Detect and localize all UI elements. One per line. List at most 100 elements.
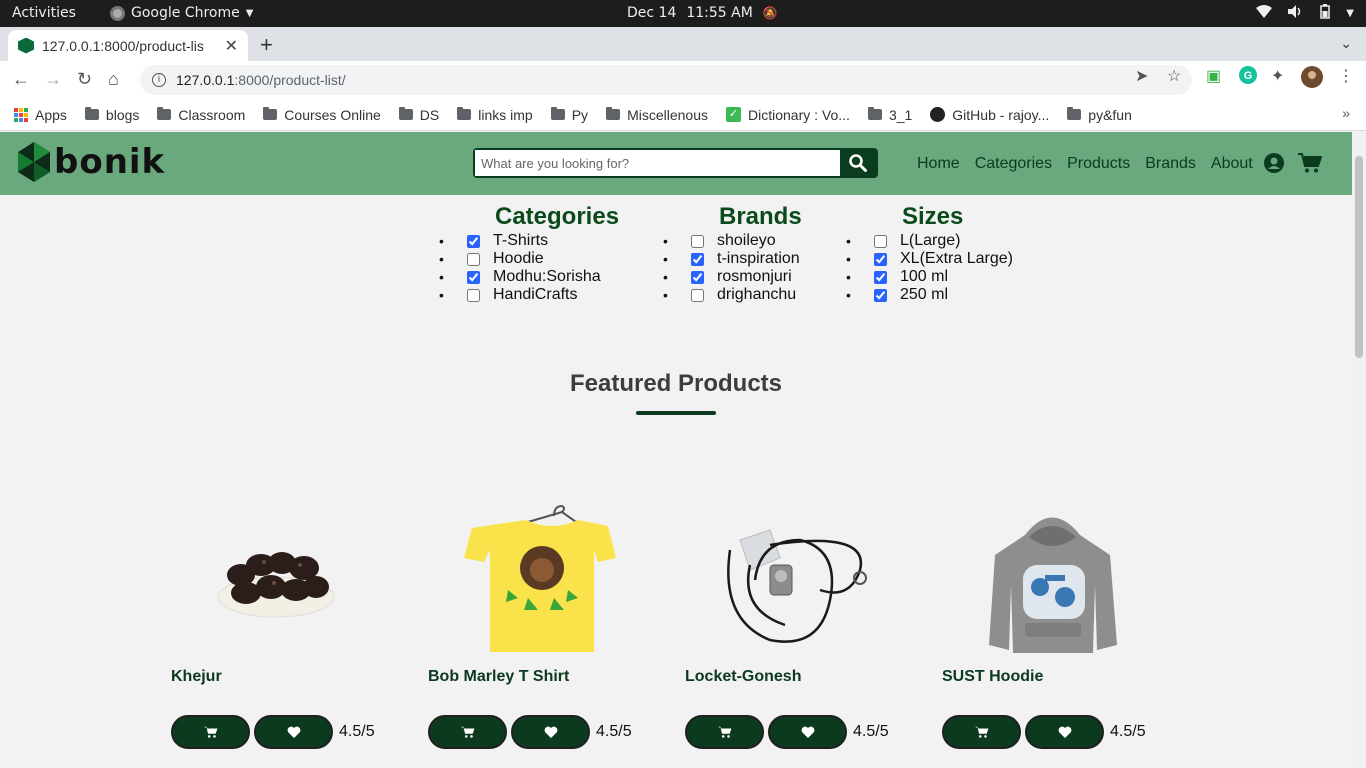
site-logo[interactable]: bonik (18, 142, 165, 182)
product-image-dates[interactable] (171, 497, 391, 662)
reload-icon[interactable]: ↻ (77, 69, 92, 90)
add-to-cart-button[interactable] (685, 715, 764, 749)
product-name[interactable]: Khejur (171, 668, 222, 686)
new-tab-button[interactable]: + (260, 32, 273, 58)
clock[interactable]: Dec 14 11:55 AM 🔕 (627, 5, 778, 21)
cart-icon (717, 726, 731, 738)
product-image-locket[interactable] (685, 497, 905, 662)
bookmark-label: blogs (105, 106, 140, 123)
bookmarks-overflow-icon[interactable]: » (1342, 105, 1350, 121)
product-name[interactable]: Bob Marley T Shirt (428, 668, 569, 686)
wishlist-button[interactable] (254, 715, 333, 749)
bookmark-item[interactable]: ✓ Dictionary : Vo... (726, 107, 850, 123)
activities-button[interactable]: Activities (12, 5, 76, 21)
tab-title: 127.0.0.1:8000/product-lis (42, 37, 204, 54)
bookmark-item[interactable]: Miscellenous (606, 107, 708, 123)
categories-checkbox[interactable] (467, 252, 480, 266)
menu-brands[interactable]: Brands (1145, 155, 1196, 173)
system-tray[interactable]: ▼ (1256, 4, 1354, 23)
sizes-checkbox[interactable] (874, 234, 887, 248)
folder-icon (1067, 107, 1082, 120)
scrollbar-thumb[interactable] (1355, 156, 1363, 358)
bonik-favicon-icon (18, 37, 34, 54)
address-bar[interactable]: i 127.0.0.1:8000/product-list/ (140, 65, 1192, 95)
add-to-cart-button[interactable] (942, 715, 1021, 749)
bookmark-item[interactable]: Classroom (157, 107, 245, 123)
brands-filter-label: shoileyo (717, 232, 776, 249)
bookmark-item[interactable]: blogs (84, 106, 140, 123)
bookmark-item[interactable]: DS (398, 107, 439, 123)
chrome-menu-icon[interactable]: ⋮ (1338, 66, 1354, 86)
brands-filter-item: t-inspiration (663, 250, 851, 268)
categories-filter-label: T-Shirts (493, 232, 549, 249)
sizes-filter-label: L(Large) (900, 232, 961, 249)
home-icon[interactable]: ⌂ (108, 69, 119, 90)
sizes-list: L(Large)XL(Extra Large)100 ml250 ml (846, 232, 1074, 304)
bookmark-item[interactable]: Py (550, 107, 588, 123)
brands-checkbox[interactable] (691, 288, 704, 302)
heart-icon (1058, 726, 1071, 738)
filter-categories-title: Categories (495, 203, 620, 230)
send-icon[interactable]: ➤ (1135, 66, 1148, 86)
profile-avatar[interactable] (1301, 66, 1323, 93)
tab-product-list[interactable]: 127.0.0.1:8000/product-lis ✕ (8, 30, 248, 61)
bookmark-item[interactable]: 3_1 (867, 106, 913, 123)
cart-icon (203, 726, 217, 738)
extensions-puzzle-icon[interactable]: ✦ (1271, 66, 1284, 86)
app-menu[interactable]: Google Chrome ▼ (110, 5, 253, 21)
wishlist-button[interactable] (511, 715, 590, 749)
categories-filter-item: T-Shirts (439, 232, 647, 250)
user-account-icon[interactable] (1264, 153, 1284, 178)
time-label: 11:55 AM (686, 5, 753, 21)
add-to-cart-button[interactable] (171, 715, 250, 749)
sizes-checkbox[interactable] (874, 270, 887, 284)
product-rating: 4.5/5 (853, 723, 889, 740)
product-image-hoodie[interactable] (942, 497, 1162, 662)
menu-home[interactable]: Home (917, 155, 960, 173)
bookmark-item[interactable]: links imp (457, 107, 533, 123)
bookmark-item[interactable]: Apps (14, 107, 67, 123)
grammarly-icon[interactable]: G (1239, 66, 1257, 89)
product-name[interactable]: SUST Hoodie (942, 668, 1043, 686)
wishlist-button[interactable] (768, 715, 847, 749)
filter-sizes: Sizes L(Large)XL(Extra Large)100 ml250 m… (846, 205, 1074, 304)
categories-checkbox[interactable] (467, 270, 480, 284)
site-navbar: bonik Home Categories Products Brands Ab… (0, 132, 1352, 195)
close-icon[interactable]: ✕ (225, 36, 238, 56)
bookmark-label: 3_1 (888, 106, 913, 123)
tab-strip: 127.0.0.1:8000/product-lis ✕ + ⌄ (0, 27, 1366, 61)
tab-search-chevron-icon[interactable]: ⌄ (1340, 35, 1352, 52)
menu-products[interactable]: Products (1067, 155, 1130, 173)
brands-checkbox[interactable] (691, 252, 704, 266)
brands-checkbox[interactable] (691, 234, 704, 248)
page-scrollbar[interactable] (1352, 132, 1366, 768)
wishlist-button[interactable] (1025, 715, 1104, 749)
menu-about[interactable]: About (1211, 155, 1253, 173)
search-input[interactable] (475, 150, 840, 176)
categories-checkbox[interactable] (467, 234, 480, 248)
categories-filter-label: HandiCrafts (493, 286, 578, 303)
cart-icon (974, 726, 988, 738)
main-menu: Home Categories Products Brands About (917, 155, 1253, 173)
sizes-checkbox[interactable] (874, 252, 887, 266)
search-button[interactable] (840, 150, 876, 176)
product-image-tshirt[interactable] (428, 497, 648, 662)
add-to-cart-button[interactable] (428, 715, 507, 749)
product-card: Bob Marley T Shirt 4.5/5 (428, 497, 685, 757)
site-info-icon[interactable]: i (152, 73, 166, 87)
bookmark-item[interactable]: Courses Online (263, 107, 381, 123)
bookmark-item[interactable]: GitHub - rajoy... (930, 107, 1049, 123)
bookmark-star-icon[interactable]: ☆ (1167, 66, 1181, 86)
cart-icon[interactable] (1298, 153, 1323, 178)
categories-checkbox[interactable] (467, 288, 480, 302)
folder-icon (84, 107, 99, 120)
forward-icon[interactable]: → (44, 69, 62, 90)
back-icon[interactable]: ← (12, 69, 30, 90)
bookmark-item[interactable]: py&fun (1067, 107, 1132, 123)
brands-checkbox[interactable] (691, 270, 704, 284)
menu-categories[interactable]: Categories (975, 155, 1052, 173)
bookmarks-bar: Apps blogs Classroom Courses Online DS links … (0, 99, 1366, 131)
extension-inbox-icon[interactable]: ▣ (1206, 66, 1221, 86)
product-name[interactable]: Locket-Gonesh (685, 668, 801, 686)
sizes-checkbox[interactable] (874, 288, 887, 302)
